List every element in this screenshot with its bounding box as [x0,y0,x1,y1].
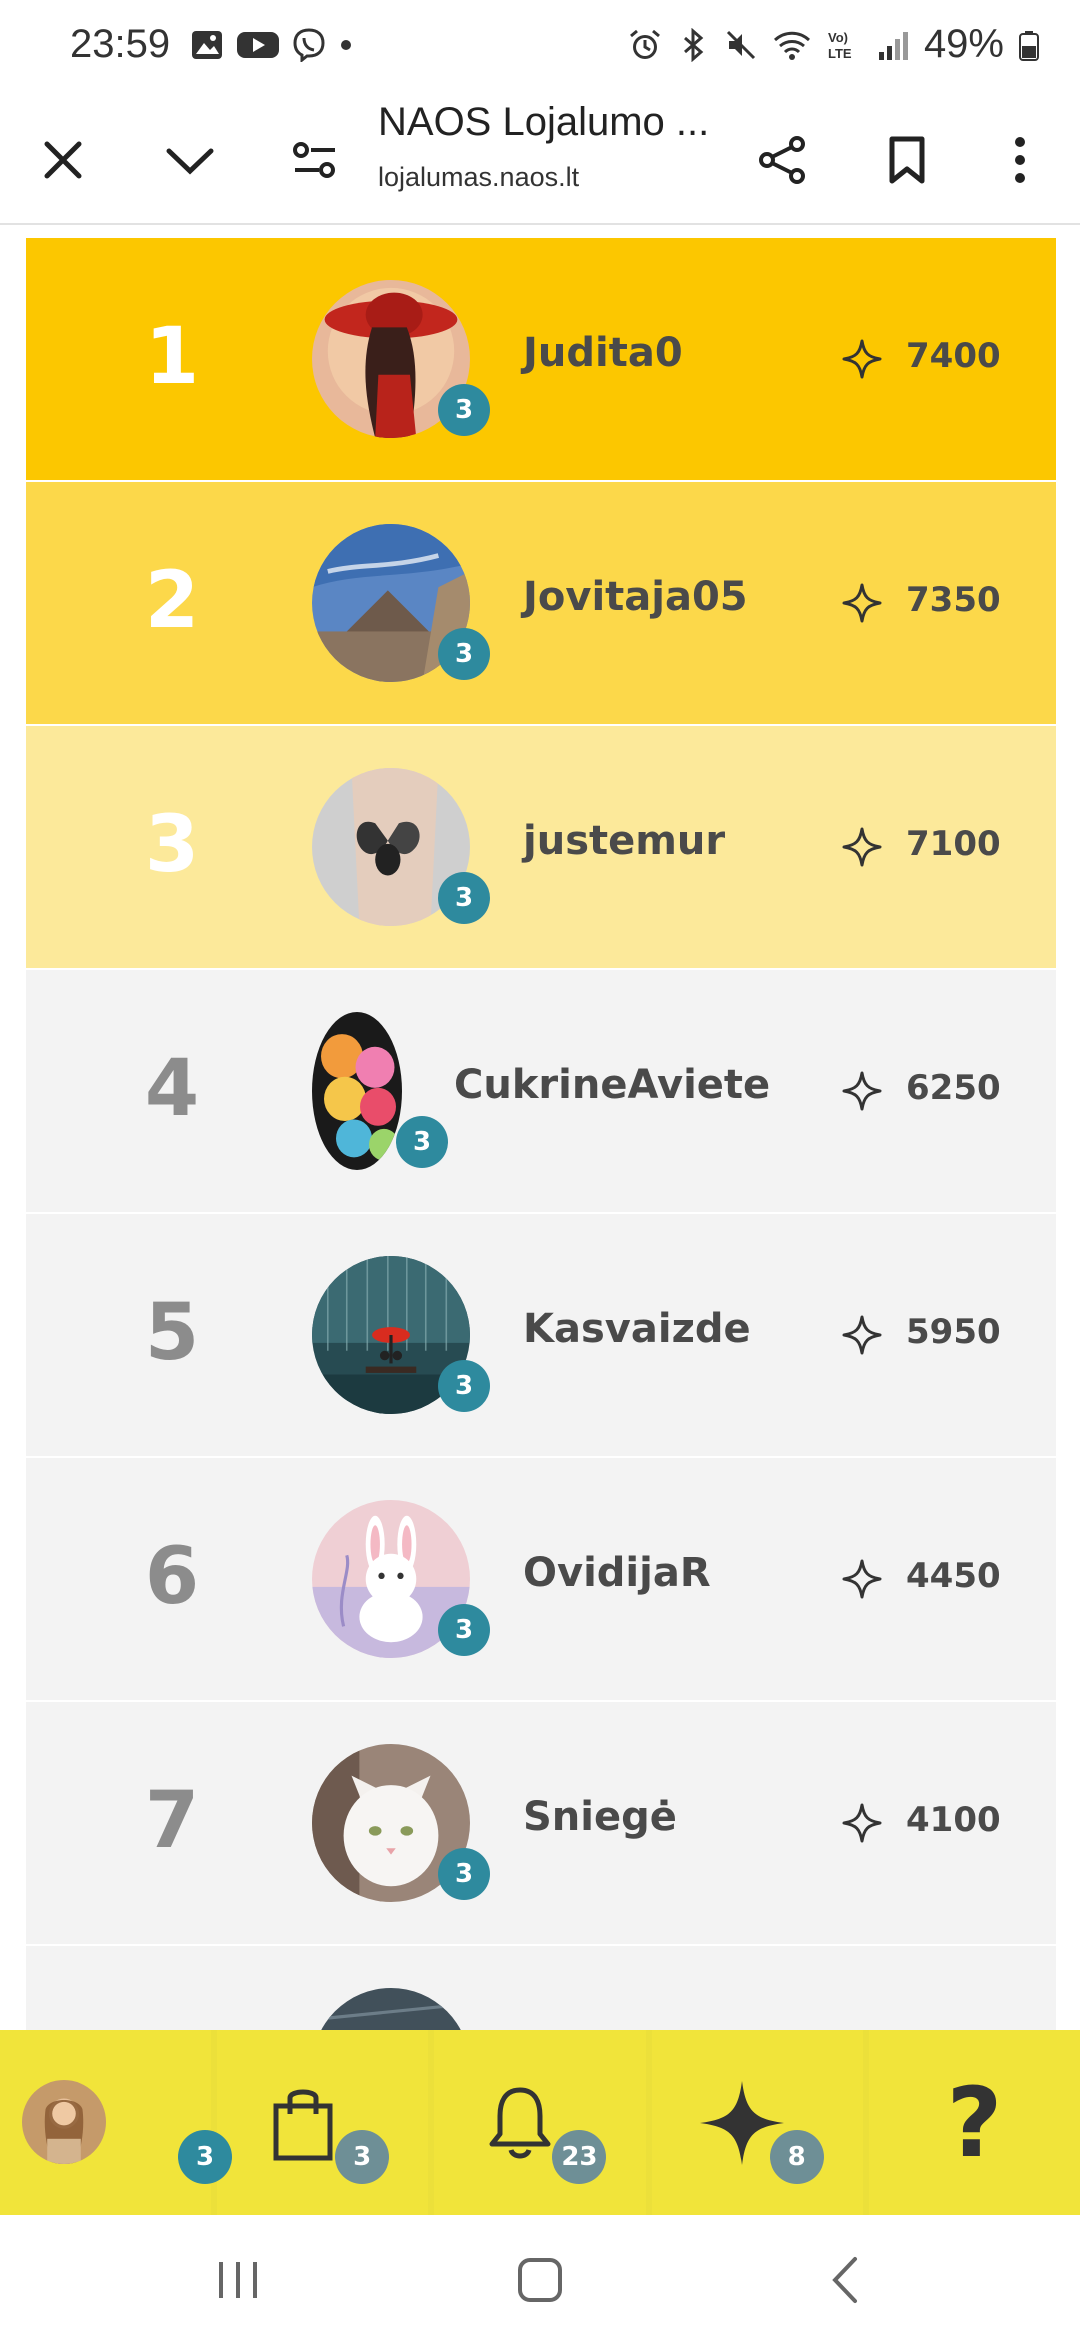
sparkle-star-icon [842,827,882,867]
nav-shop[interactable]: 3 [217,2030,435,2215]
battery-icon [1018,28,1040,62]
sparkle-star-icon [842,339,882,379]
bottom-nav: 3 3 23 8 ? [0,2030,1080,2215]
leaderboard: 1 3 Judita0 7400 2 3 Jovitaja05 7350 3 3… [26,238,1056,2190]
status-time: 23:59 [70,22,171,66]
level-badge: 3 [438,1360,490,1412]
bookmark-icon [889,136,925,184]
username[interactable]: Sniegė [523,1794,677,1840]
points-value: 4100 [906,1800,1001,1840]
leaderboard-row[interactable]: 2 3 Jovitaja05 7350 [26,482,1056,726]
share-button[interactable] [738,115,828,205]
level-badge: 3 [396,1116,448,1168]
username[interactable]: CukrineAviete [454,1062,770,1108]
battery-percent: 49% [923,22,1004,66]
profile-avatar [22,2080,106,2164]
level-badge: 3 [438,1848,490,1900]
status-bar: 23:59 Vo) LTE 49% [0,0,1080,95]
nav-help[interactable]: ? [869,2030,1080,2215]
system-icons: Vo) LTE 49% [628,22,1040,67]
share-icon [759,136,805,184]
back-button[interactable] [805,2245,885,2315]
shopping-bag-icon [273,2089,333,2160]
tune-icon [293,142,335,178]
close-tab-button[interactable] [18,115,108,205]
notifications-badge: 23 [552,2130,607,2184]
sparkle-star-icon [842,1559,882,1599]
points-value: 4450 [906,1556,1001,1596]
signal-icon [876,28,910,62]
dot-icon [338,28,354,62]
leaderboard-row[interactable]: 3 3 justemur 7100 [26,726,1056,970]
sparkle-star-icon [842,1803,882,1843]
username[interactable]: Kasvaizde [523,1306,751,1352]
recent-apps-icon [219,2262,257,2298]
username[interactable]: justemur [523,818,725,864]
username[interactable]: Judita0 [523,330,683,376]
bookmark-button[interactable] [862,115,952,205]
username[interactable]: OvidijaR [523,1550,711,1596]
home-icon [518,2258,562,2302]
level-badge: 3 [438,384,490,436]
recent-apps-button[interactable] [198,2245,278,2315]
leaderboard-row[interactable]: 4 3 CukrineAviete 6250 [26,970,1056,1214]
nav-points[interactable]: 8 [652,2030,869,2215]
mute-icon [724,28,758,62]
gallery-icon [190,28,224,62]
rank-number: 7 [144,1776,200,1866]
page-url[interactable]: lojalumas.naos.lt [378,162,579,193]
points-value: 6250 [906,1068,1001,1108]
rank-number: 1 [144,312,200,402]
system-nav-bar [0,2215,1080,2340]
more-options-button[interactable] [975,115,1065,205]
leaderboard-row[interactable]: 7 3 Sniegė 4100 [26,1702,1056,1946]
leaderboard-row[interactable]: 6 3 OvidijaR 4450 [26,1458,1056,1702]
svg-text:Vo): Vo) [828,30,848,45]
bluetooth-icon [676,27,710,62]
youtube-icon [236,28,280,62]
volte-icon: Vo) LTE [826,28,862,62]
help-icon: ? [946,2066,1003,2179]
chevron-down-icon [166,148,214,175]
nav-notifications[interactable]: 23 [434,2030,652,2215]
page-title: NAOS Lojalumo ... [378,100,710,144]
sparkle-star-icon [842,583,882,623]
sparkle-star-icon [842,1071,882,1111]
back-icon [832,2257,857,2303]
nav-profile[interactable]: 3 [0,2030,232,2215]
site-settings-button[interactable] [270,115,360,205]
points-value: 7350 [906,580,1001,620]
wifi-icon [772,28,812,62]
leaderboard-row[interactable]: 5 3 Kasvaizde 5950 [26,1214,1056,1458]
level-badge: 3 [438,1604,490,1656]
rank-number: 2 [144,556,200,646]
leaderboard-row[interactable]: 1 3 Judita0 7400 [26,238,1056,482]
username[interactable]: Jovitaja05 [523,574,748,620]
svg-text:LTE: LTE [828,46,852,61]
close-icon [44,141,82,179]
level-badge: 3 [438,872,490,924]
shop-badge: 3 [335,2130,390,2184]
rank-number: 5 [144,1288,200,1378]
minimize-button[interactable] [145,115,235,205]
alarm-icon [628,28,662,62]
sparkle-star-icon [842,1315,882,1355]
points-value: 7100 [906,824,1001,864]
viber-icon [292,28,326,64]
rank-number: 4 [144,1044,200,1134]
notification-icons [190,28,354,64]
bell-icon [489,2087,551,2158]
points-value: 7400 [906,336,1001,376]
rank-number: 3 [144,800,200,890]
points-value: 5950 [906,1312,1001,1352]
level-badge: 3 [438,628,490,680]
points-badge: 8 [769,2130,824,2184]
more-vert-icon [1015,137,1025,183]
rank-number: 6 [144,1532,200,1622]
avatar [312,1012,402,1170]
home-button[interactable] [500,2245,580,2315]
